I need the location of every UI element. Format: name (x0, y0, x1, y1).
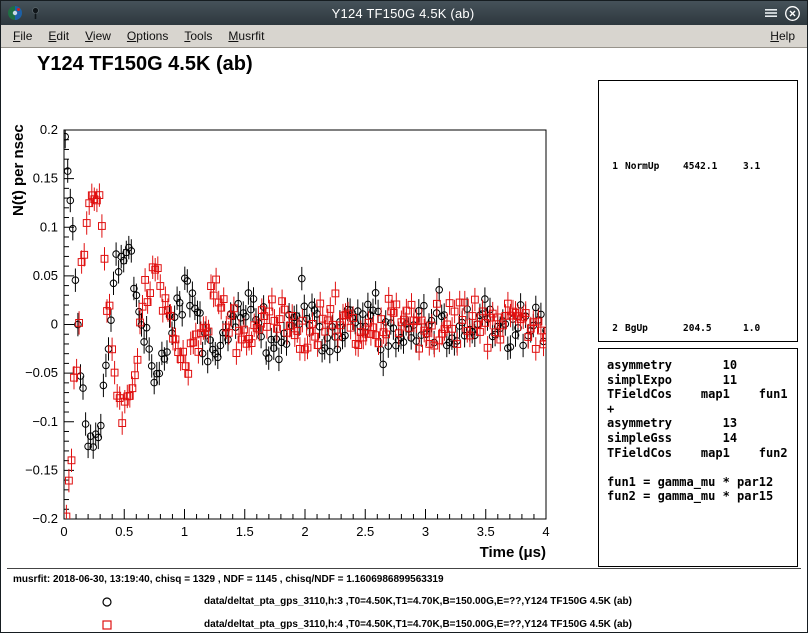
menu-file[interactable]: File (5, 27, 40, 45)
plot-canvas[interactable]: −0.2 −0.15 −0.1 −0.05 0 0.05 0.1 0.15 0.2 0 0.5 1 1.… (1, 88, 585, 568)
svg-text:3.5: 3.5 (477, 524, 495, 539)
menu-tools[interactable]: Tools (176, 27, 220, 45)
theory-panel: asymmetry 10 simplExpo 11 TFieldCos map1… (598, 348, 798, 567)
fit-status-line: musrfit: 2018-06-30, 13:19:40, chisq = 1… (13, 574, 444, 585)
param-row: 1NormUp4542.13.1 (599, 86, 797, 248)
svg-text:3: 3 (422, 524, 429, 539)
svg-text:1.5: 1.5 (236, 524, 254, 539)
app-window: Y124 TF150G 4.5K (ab) FileEditViewOption… (0, 0, 808, 633)
legend-label: data/deltat_pta_gps_3110,h:4 ,T0=4.50K,T… (204, 619, 632, 630)
svg-text:−0.15: −0.15 (25, 462, 58, 477)
canvas-area: Y124 TF150G 4.5K (ab) −0.2 −0.15 −0.1 −0.05… (1, 48, 807, 632)
fit-parameters-panel: 1NormUp4542.13.12BgUp204.51.03PhaseUp18.… (598, 80, 798, 342)
svg-text:0: 0 (51, 317, 58, 332)
menu-view[interactable]: View (77, 27, 119, 45)
titlebar[interactable]: Y124 TF150G 4.5K (ab) (1, 1, 807, 25)
svg-text:−0.05: −0.05 (25, 365, 58, 380)
svg-text:0: 0 (60, 524, 67, 539)
legend-entry: data/deltat_pta_gps_3110,h:3 ,T0=4.50K,T… (1, 590, 807, 613)
plot-legend: data/deltat_pta_gps_3110,h:3 ,T0=4.50K,T… (1, 590, 807, 632)
menu-help[interactable]: Help (762, 27, 803, 45)
menu-musrfit[interactable]: Musrfit (220, 27, 272, 45)
svg-text:0.15: 0.15 (33, 171, 58, 186)
app-icon (7, 5, 23, 21)
svg-text:2.5: 2.5 (356, 524, 374, 539)
svg-text:0.05: 0.05 (33, 268, 58, 283)
svg-text:−0.1: −0.1 (32, 414, 58, 429)
legend-marker-square (101, 619, 113, 631)
menubar: FileEditViewOptionsToolsMusrfit Help (1, 25, 807, 48)
divider (7, 568, 801, 569)
theory-text: asymmetry 10 simplExpo 11 TFieldCos map1… (599, 349, 797, 504)
plot-title: Y124 TF150G 4.5K (ab) (37, 53, 253, 76)
svg-text:2: 2 (301, 524, 308, 539)
legend-entry: data/deltat_pta_gps_3110,h:4 ,T0=4.50K,T… (1, 613, 807, 632)
menubar-items: FileEditViewOptionsToolsMusrfit (5, 27, 272, 45)
window-title: Y124 TF150G 4.5K (ab) (48, 6, 758, 21)
svg-text:0.1: 0.1 (40, 219, 58, 234)
legend-marker-circle (101, 596, 113, 608)
legend-label: data/deltat_pta_gps_3110,h:3 ,T0=4.50K,T… (204, 596, 632, 607)
menu-edit[interactable]: Edit (40, 27, 77, 45)
svg-text:4: 4 (542, 524, 549, 539)
menu-options[interactable]: Options (119, 27, 176, 45)
svg-text:1: 1 (181, 524, 188, 539)
svg-text:Time (μs): Time (μs) (480, 544, 546, 561)
svg-text:0.2: 0.2 (40, 122, 58, 137)
svg-text:N(t) per nsec: N(t) per nsec (10, 124, 27, 216)
svg-text:0.5: 0.5 (115, 524, 133, 539)
svg-text:−0.2: −0.2 (32, 511, 58, 526)
close-button[interactable] (784, 5, 801, 22)
pin-icon[interactable] (29, 6, 42, 20)
menubar-right: Help (762, 27, 803, 45)
window-menu-icon[interactable] (764, 7, 778, 19)
